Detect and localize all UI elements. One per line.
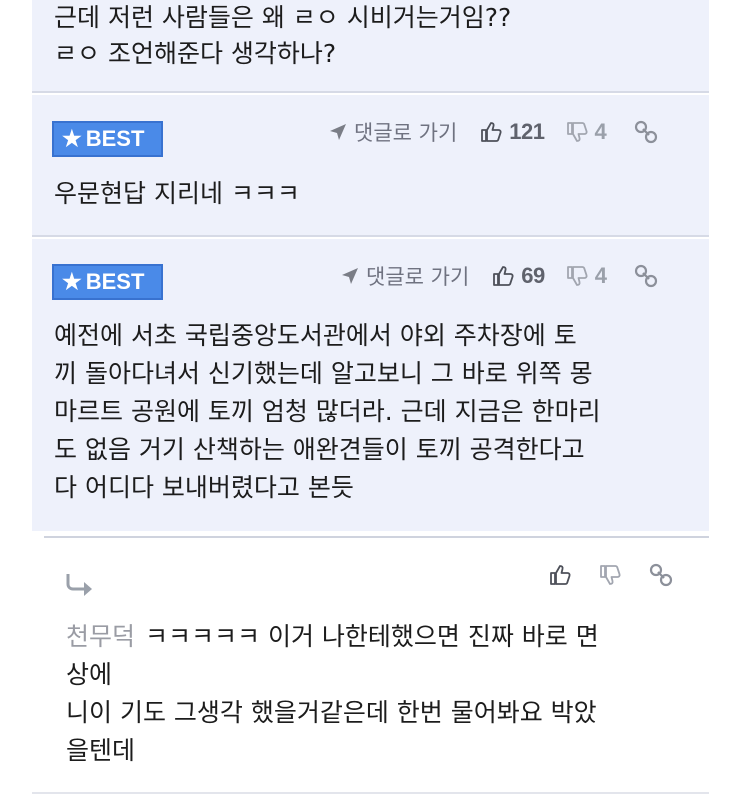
comment-text: 우문현답 지리네 ㅋㅋㅋ [54, 179, 300, 208]
dislike-button[interactable]: 4 [565, 263, 607, 289]
go-to-reply-link[interactable]: 댓글로 가기 [328, 117, 457, 147]
reply-actions [548, 562, 700, 588]
send-arrow-icon [330, 124, 346, 140]
divider [32, 792, 709, 794]
thumbs-down-icon [600, 565, 621, 585]
link-icon [649, 563, 673, 587]
thumbs-down-icon [566, 122, 588, 142]
copy-link-button[interactable] [633, 263, 659, 289]
thumbs-down-icon [566, 266, 588, 286]
comment-actions: 댓글로 가기 121 4 [328, 115, 659, 149]
comment-actions: 댓글로 가기 69 4 [340, 259, 659, 293]
copy-link-button[interactable] [633, 119, 659, 145]
comment-text: 예전에 서초 국립중앙도서관에서 야외 주차장에 토 끼 돌아다녀서 신기했는데… [54, 321, 601, 502]
link-icon [634, 264, 658, 288]
like-button[interactable] [548, 563, 572, 587]
reply-text: 천무덕 ㅋㅋㅋㅋㅋ 이거 나한테했으면 진짜 바로 면 상에 니이 기도 그생각 … [66, 622, 599, 765]
reply-comment: 천무덕 ㅋㅋㅋㅋㅋ 이거 나한테했으면 진짜 바로 면 상에 니이 기도 그생각 … [44, 536, 709, 793]
best-badge: ★ BEST [52, 121, 163, 157]
parent-comment: 근데 저런 사람들은 왜 ㄹㅇ 시비거는거임?? ㄹㅇ 조언해준다 생각하나? [32, 0, 709, 93]
dislike-button[interactable] [598, 563, 622, 587]
send-arrow-icon [342, 268, 358, 284]
like-button[interactable]: 121 [479, 119, 545, 145]
copy-link-button[interactable] [648, 562, 674, 588]
best-badge: ★ BEST [52, 264, 163, 300]
best-comment: ★ BEST 댓글로 가기 69 4 예전에 서초 국립중앙도서관에서 야외 주… [32, 239, 709, 531]
thumbs-up-icon [550, 565, 571, 585]
star-icon: ★ [62, 126, 82, 151]
thumbs-up-icon [481, 122, 502, 142]
like-button[interactable]: 69 [491, 263, 545, 289]
reply-arrow-icon [64, 572, 96, 602]
go-to-reply-link[interactable]: 댓글로 가기 [340, 261, 469, 291]
reply-author[interactable]: 천무덕 [66, 622, 135, 651]
parent-comment-text: 근데 저런 사람들은 왜 ㄹㅇ 시비거는거임?? ㄹㅇ 조언해준다 생각하나? [54, 3, 512, 68]
star-icon: ★ [62, 269, 82, 294]
dislike-button[interactable]: 4 [565, 119, 607, 145]
link-icon [634, 120, 657, 144]
best-comment: ★ BEST 댓글로 가기 121 4 우문현답 지리네 ㅋㅋㅋ [32, 95, 709, 237]
thumbs-up-icon [493, 266, 514, 286]
